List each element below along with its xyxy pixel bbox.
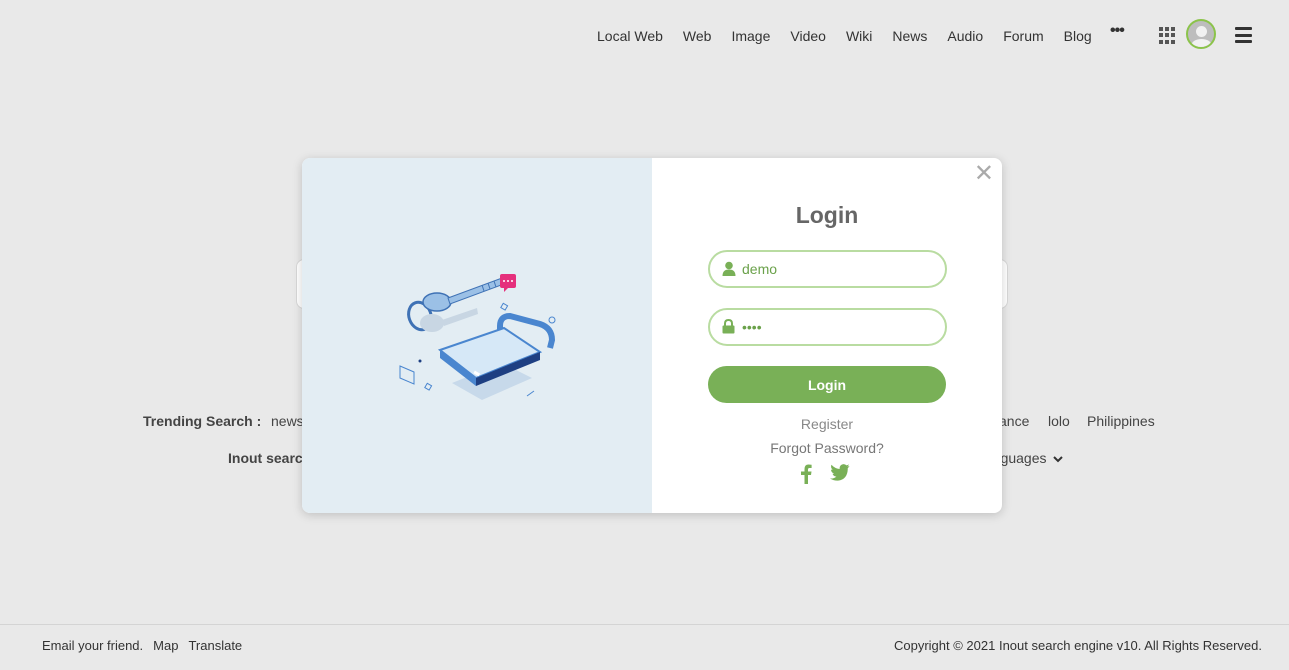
nav-video[interactable]: Video — [790, 27, 826, 45]
more-icon[interactable]: ••• — [1110, 22, 1125, 40]
register-link[interactable]: Register — [652, 416, 1002, 432]
trending-item[interactable]: lolo — [1048, 413, 1070, 429]
social-login — [800, 464, 850, 489]
hamburger-menu-icon[interactable] — [1235, 27, 1252, 43]
footer-links: Email your friend. Map Translate — [42, 638, 252, 653]
nav-audio[interactable]: Audio — [947, 27, 983, 45]
footer-email-friend[interactable]: Email your friend. — [42, 638, 143, 653]
copyright: Copyright © 2021 Inout search engine v10… — [893, 638, 1262, 653]
nav-links: Local Web Web Image Video Wiki News Audi… — [597, 27, 1112, 45]
username-input[interactable] — [742, 258, 937, 280]
avatar[interactable] — [1186, 19, 1216, 49]
trending-item[interactable]: ance — [999, 413, 1029, 429]
nav-blog[interactable]: Blog — [1064, 27, 1092, 45]
facebook-icon[interactable] — [800, 464, 812, 489]
nav-image[interactable]: Image — [731, 27, 770, 45]
user-icon — [722, 261, 736, 281]
footer: Email your friend. Map Translate Copyrig… — [0, 624, 1289, 670]
trending-label: Trending Search : — [143, 413, 262, 429]
nav-web[interactable]: Web — [683, 27, 712, 45]
nav-news[interactable]: News — [892, 27, 927, 45]
inout-search-label: Inout search — [228, 450, 312, 466]
nav-forum[interactable]: Forum — [1003, 27, 1043, 45]
close-icon[interactable]: ✕ — [974, 162, 994, 186]
top-navigation: Local Web Web Image Video Wiki News Audi… — [0, 0, 1289, 72]
login-title: Login — [795, 202, 859, 228]
lock-icon — [722, 318, 735, 339]
nav-wiki[interactable]: Wiki — [846, 27, 872, 45]
footer-translate[interactable]: Translate — [188, 638, 242, 653]
password-field[interactable] — [708, 308, 947, 346]
login-button[interactable]: Login — [708, 366, 946, 403]
forgot-password-link[interactable]: Forgot Password? — [652, 440, 1002, 456]
login-illustration-panel — [302, 158, 652, 513]
password-input[interactable] — [742, 316, 937, 338]
lock-key-illustration — [399, 274, 556, 400]
trending-item[interactable]: news — [271, 413, 304, 429]
login-modal: ✕ Login Login Register Forgot Password — [302, 158, 1002, 513]
login-form-panel: ✕ Login Login Register Forgot Password — [652, 158, 1002, 513]
footer-map[interactable]: Map — [153, 638, 178, 653]
trending-item[interactable]: Philippines — [1087, 413, 1155, 429]
username-field[interactable] — [708, 250, 947, 288]
nav-local-web[interactable]: Local Web — [597, 27, 663, 45]
twitter-icon[interactable] — [830, 464, 850, 489]
chevron-down-icon — [1053, 456, 1064, 463]
apps-grid-icon[interactable] — [1159, 27, 1176, 44]
